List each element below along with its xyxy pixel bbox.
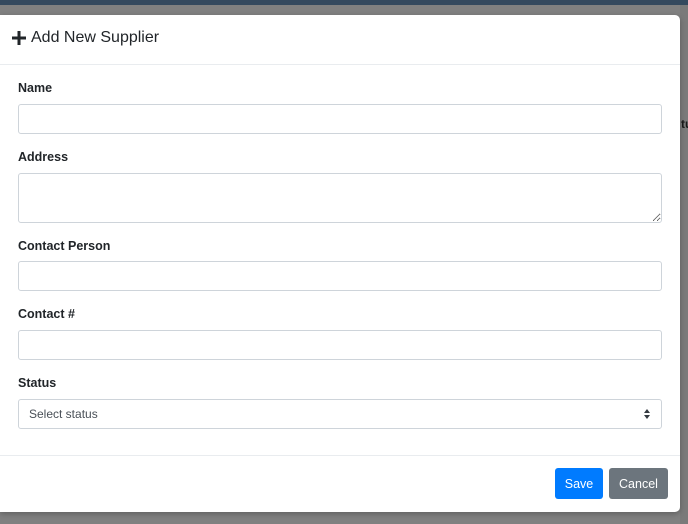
select-arrows-icon (644, 409, 650, 419)
address-textarea[interactable] (18, 173, 662, 223)
contact-number-input[interactable] (18, 330, 662, 360)
plus-icon (12, 31, 26, 45)
modal-title: Add New Supplier (12, 29, 159, 47)
name-label: Name (18, 81, 53, 95)
background-page-strip (680, 5, 688, 524)
modal-footer: Save Cancel (0, 455, 680, 512)
save-button[interactable]: Save (555, 468, 603, 499)
address-label: Address (18, 150, 69, 164)
contact-person-label: Contact Person (18, 239, 111, 253)
status-select[interactable]: Select status (18, 399, 662, 429)
status-label: Status (18, 376, 57, 390)
background-table-header-peek: tu (681, 117, 688, 131)
background-topbar (0, 0, 688, 5)
name-input[interactable] (18, 104, 662, 134)
add-supplier-modal: Add New Supplier Name Address Contact Pe… (0, 15, 680, 512)
cancel-button[interactable]: Cancel (609, 468, 668, 499)
contact-person-input[interactable] (18, 261, 662, 291)
modal-header: Add New Supplier (0, 15, 680, 65)
status-select-value: Select status (29, 407, 98, 421)
contact-number-label: Contact # (18, 307, 75, 321)
modal-title-text: Add New Supplier (31, 29, 160, 46)
